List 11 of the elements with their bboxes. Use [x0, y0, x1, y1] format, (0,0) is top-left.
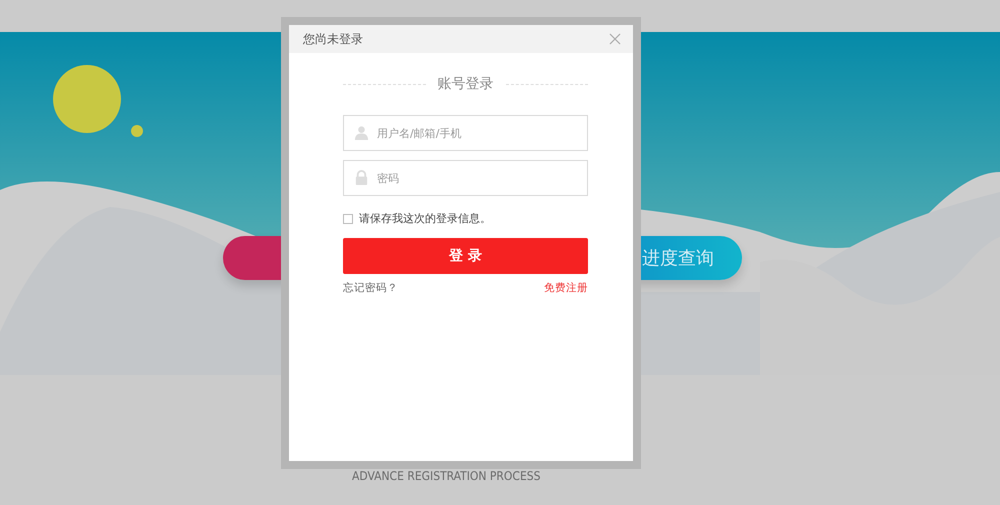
forgot-password-link[interactable]: 忘记密码？ [343, 281, 398, 295]
username-field[interactable]: 用户名/邮箱/手机 [343, 115, 588, 151]
remember-checkbox[interactable] [343, 214, 353, 224]
password-field[interactable]: 密码 [343, 160, 588, 196]
login-button[interactable]: 登 录 [343, 238, 588, 274]
register-link[interactable]: 免费注册 [544, 281, 588, 295]
caption: ADVANCE REGISTRATION PROCESS [352, 469, 540, 483]
remember-label: 请保存我这次的登录信息。 [359, 211, 491, 226]
dialog-title: 您尚未登录 [303, 30, 363, 48]
close-icon[interactable] [609, 33, 621, 45]
section-heading: 账号登录 [438, 75, 494, 93]
